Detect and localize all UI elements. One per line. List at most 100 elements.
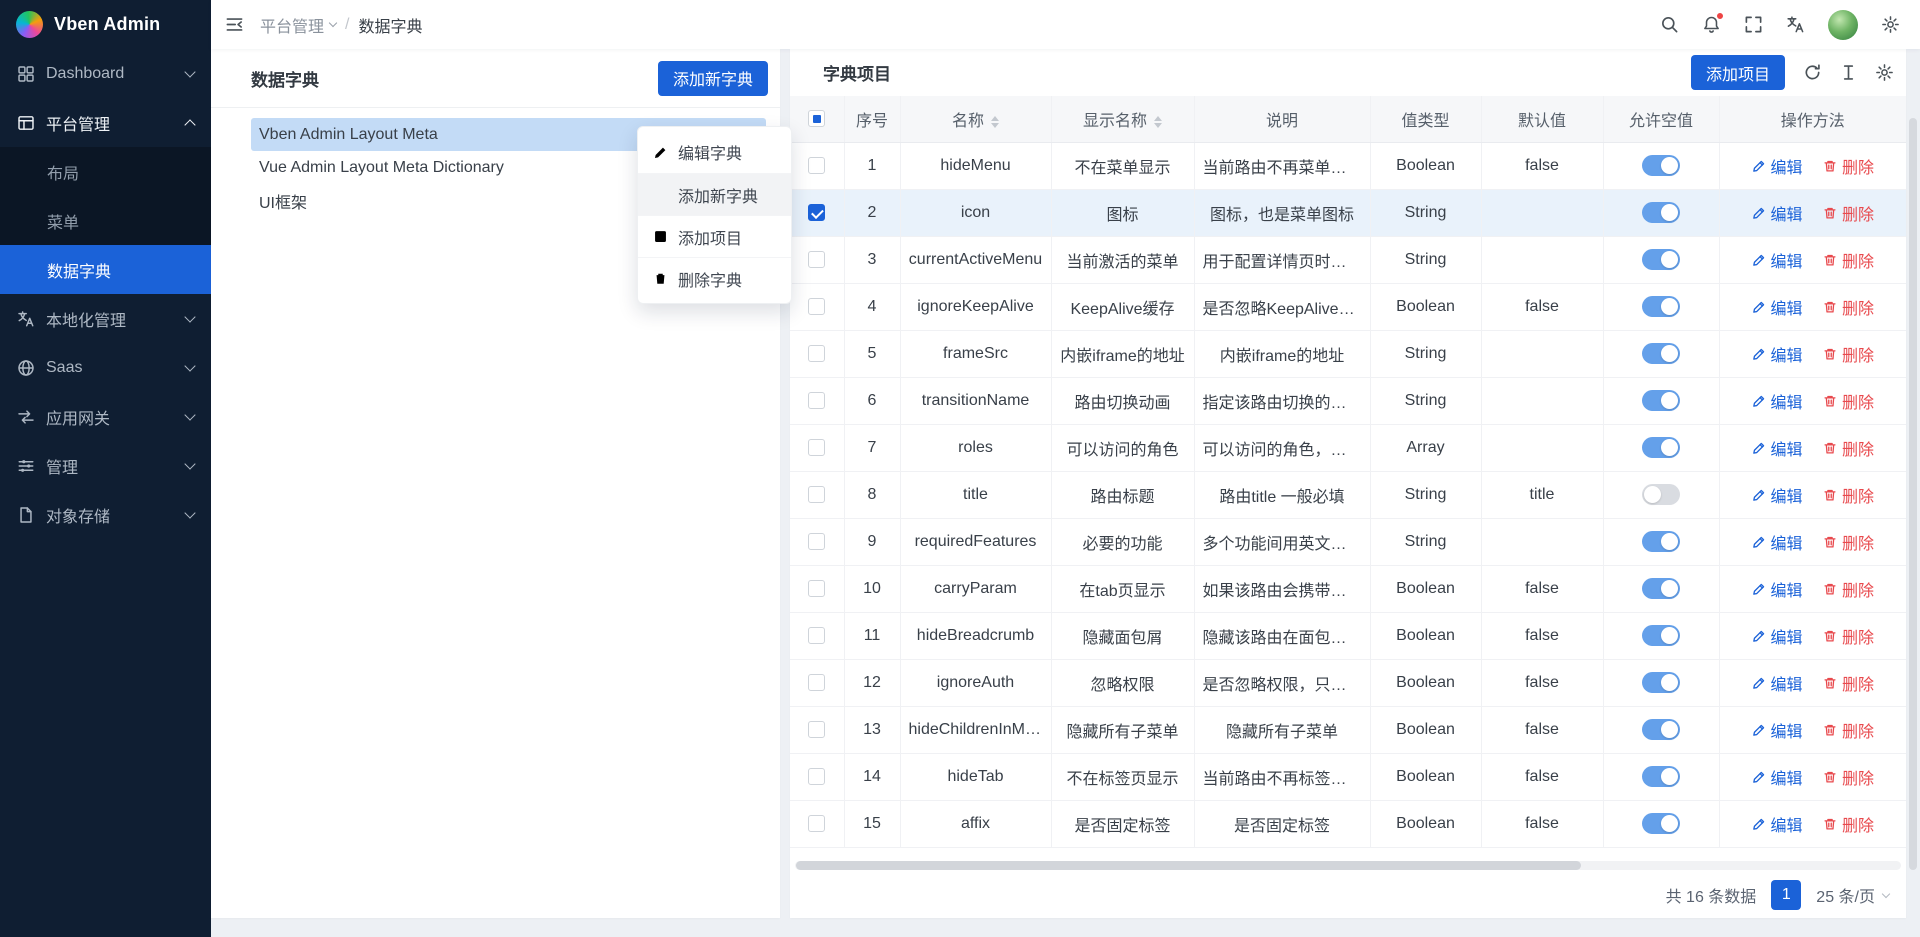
allow-empty-toggle[interactable] (1642, 578, 1680, 599)
logo[interactable]: Vben Admin (0, 0, 211, 49)
allow-empty-toggle[interactable] (1642, 155, 1680, 176)
context-menu-item[interactable]: 添加新字典 (638, 173, 791, 215)
row-checkbox[interactable] (808, 392, 825, 409)
row-checkbox[interactable] (808, 298, 825, 315)
edit-row-button[interactable]: 编辑 (1752, 483, 1803, 507)
column-settings-gear-icon[interactable] (1875, 63, 1894, 82)
table-row[interactable]: 10 carryParam 在tab页显示 如果该路由会携带参数... Bool… (790, 565, 1906, 612)
row-height-icon[interactable] (1839, 63, 1858, 82)
column-header-name[interactable]: 名称 (900, 96, 1051, 142)
table-row[interactable]: 12 ignoreAuth 忽略权限 是否忽略权限，只在权... Boolean… (790, 659, 1906, 706)
context-menu-item[interactable]: 添加项目 (638, 215, 791, 257)
edit-row-button[interactable]: 编辑 (1752, 530, 1803, 554)
row-checkbox[interactable] (808, 533, 825, 550)
allow-empty-toggle[interactable] (1642, 296, 1680, 317)
sidebar-item-object-storage[interactable]: 对象存储 (0, 490, 211, 539)
scrollbar-thumb[interactable] (796, 861, 1581, 870)
allow-empty-toggle[interactable] (1642, 719, 1680, 740)
fullscreen-icon[interactable] (1744, 15, 1763, 34)
delete-row-button[interactable]: 删除 (1823, 765, 1874, 789)
delete-row-button[interactable]: 删除 (1823, 624, 1874, 648)
sidebar-item-layout[interactable]: 布局 (0, 147, 211, 196)
table-row[interactable]: 9 requiredFeatures 必要的功能 多个功能间用英文，分隔 Str… (790, 518, 1906, 565)
allow-empty-toggle[interactable] (1642, 625, 1680, 646)
edit-row-button[interactable]: 编辑 (1752, 812, 1803, 836)
table-horizontal-scrollbar[interactable] (795, 861, 1901, 870)
edit-row-button[interactable]: 编辑 (1752, 201, 1803, 225)
edit-row-button[interactable]: 编辑 (1752, 718, 1803, 742)
edit-row-button[interactable]: 编辑 (1752, 624, 1803, 648)
table-row[interactable]: 14 hideTab 不在标签页显示 当前路由不再标签页显示 Boolean f… (790, 753, 1906, 800)
sidebar-item-app-gateway[interactable]: 应用网关 (0, 392, 211, 441)
delete-row-button[interactable]: 删除 (1823, 201, 1874, 225)
avatar[interactable] (1828, 10, 1858, 40)
delete-row-button[interactable]: 删除 (1823, 718, 1874, 742)
table-row[interactable]: 13 hideChildrenInMenu 隐藏所有子菜单 隐藏所有子菜单 Bo… (790, 706, 1906, 753)
allow-empty-toggle[interactable] (1642, 813, 1680, 834)
row-checkbox[interactable] (808, 768, 825, 785)
row-checkbox[interactable] (808, 157, 825, 174)
sidebar-item-saas[interactable]: Saas (0, 343, 211, 392)
allow-empty-toggle[interactable] (1642, 202, 1680, 223)
row-checkbox[interactable] (808, 815, 825, 832)
breadcrumb-item-platform[interactable]: 平台管理 (260, 13, 336, 37)
allow-empty-toggle[interactable] (1642, 390, 1680, 411)
sorter-icon[interactable] (1154, 116, 1162, 128)
edit-row-button[interactable]: 编辑 (1752, 154, 1803, 178)
delete-row-button[interactable]: 删除 (1823, 154, 1874, 178)
select-all-checkbox[interactable] (808, 110, 825, 127)
edit-row-button[interactable]: 编辑 (1752, 389, 1803, 413)
row-checkbox[interactable] (808, 345, 825, 362)
table-row[interactable]: 2 icon 图标 图标，也是菜单图标 String 编辑 删除 (790, 189, 1906, 236)
delete-row-button[interactable]: 删除 (1823, 671, 1874, 695)
table-row[interactable]: 3 currentActiveMenu 当前激活的菜单 用于配置详情页时左侧..… (790, 236, 1906, 283)
edit-row-button[interactable]: 编辑 (1752, 671, 1803, 695)
table-row[interactable]: 15 affix 是否固定标签 是否固定标签 Boolean false 编辑 … (790, 800, 1906, 847)
row-checkbox[interactable] (808, 486, 825, 503)
row-checkbox[interactable] (808, 580, 825, 597)
table-row[interactable]: 4 ignoreKeepAlive KeepAlive缓存 是否忽略KeepAl… (790, 283, 1906, 330)
add-dictionary-button[interactable]: 添加新字典 (658, 61, 768, 96)
row-checkbox[interactable] (808, 439, 825, 456)
table-row[interactable]: 6 transitionName 路由切换动画 指定该路由切换的动画名 Stri… (790, 377, 1906, 424)
row-checkbox[interactable] (808, 204, 825, 221)
allow-empty-toggle[interactable] (1642, 672, 1680, 693)
delete-row-button[interactable]: 删除 (1823, 248, 1874, 272)
sidebar-item-dashboard[interactable]: Dashboard (0, 49, 211, 98)
delete-row-button[interactable]: 删除 (1823, 295, 1874, 319)
delete-row-button[interactable]: 删除 (1823, 812, 1874, 836)
collapse-sidebar-icon[interactable] (225, 15, 244, 34)
sidebar-item-data-dictionary[interactable]: 数据字典 (0, 245, 211, 294)
delete-row-button[interactable]: 删除 (1823, 436, 1874, 460)
delete-row-button[interactable]: 删除 (1823, 342, 1874, 366)
edit-row-button[interactable]: 编辑 (1752, 765, 1803, 789)
notification-bell-icon[interactable] (1702, 15, 1721, 34)
row-checkbox[interactable] (808, 251, 825, 268)
allow-empty-toggle[interactable] (1642, 437, 1680, 458)
delete-row-button[interactable]: 删除 (1823, 389, 1874, 413)
refresh-icon[interactable] (1803, 63, 1822, 82)
allow-empty-toggle[interactable] (1642, 343, 1680, 364)
row-checkbox[interactable] (808, 721, 825, 738)
allow-empty-toggle[interactable] (1642, 531, 1680, 552)
table-row[interactable]: 5 frameSrc 内嵌iframe的地址 内嵌iframe的地址 Strin… (790, 330, 1906, 377)
sorter-icon[interactable] (991, 116, 999, 128)
page-size-select[interactable]: 25 条/页 (1816, 883, 1889, 907)
row-checkbox[interactable] (808, 627, 825, 644)
edit-row-button[interactable]: 编辑 (1752, 436, 1803, 460)
context-menu-item[interactable]: 删除字典 (638, 257, 791, 299)
sidebar-item-localization[interactable]: 本地化管理 (0, 294, 211, 343)
allow-empty-toggle[interactable] (1642, 766, 1680, 787)
table-row[interactable]: 1 hideMenu 不在菜单显示 当前路由不再菜单显示 Boolean fal… (790, 142, 1906, 189)
context-menu-item[interactable]: 编辑字典 (638, 131, 791, 173)
sidebar-item-menu[interactable]: 菜单 (0, 196, 211, 245)
edit-row-button[interactable]: 编辑 (1752, 248, 1803, 272)
add-item-button[interactable]: 添加项目 (1691, 55, 1785, 90)
allow-empty-toggle[interactable] (1642, 249, 1680, 270)
table-row[interactable]: 11 hideBreadcrumb 隐藏面包屑 隐藏该路由在面包屑上... Bo… (790, 612, 1906, 659)
page-number-button[interactable]: 1 (1771, 880, 1801, 910)
sidebar-item-management[interactable]: 管理 (0, 441, 211, 490)
delete-row-button[interactable]: 删除 (1823, 577, 1874, 601)
settings-gear-icon[interactable] (1881, 15, 1900, 34)
language-icon[interactable] (1786, 15, 1805, 34)
